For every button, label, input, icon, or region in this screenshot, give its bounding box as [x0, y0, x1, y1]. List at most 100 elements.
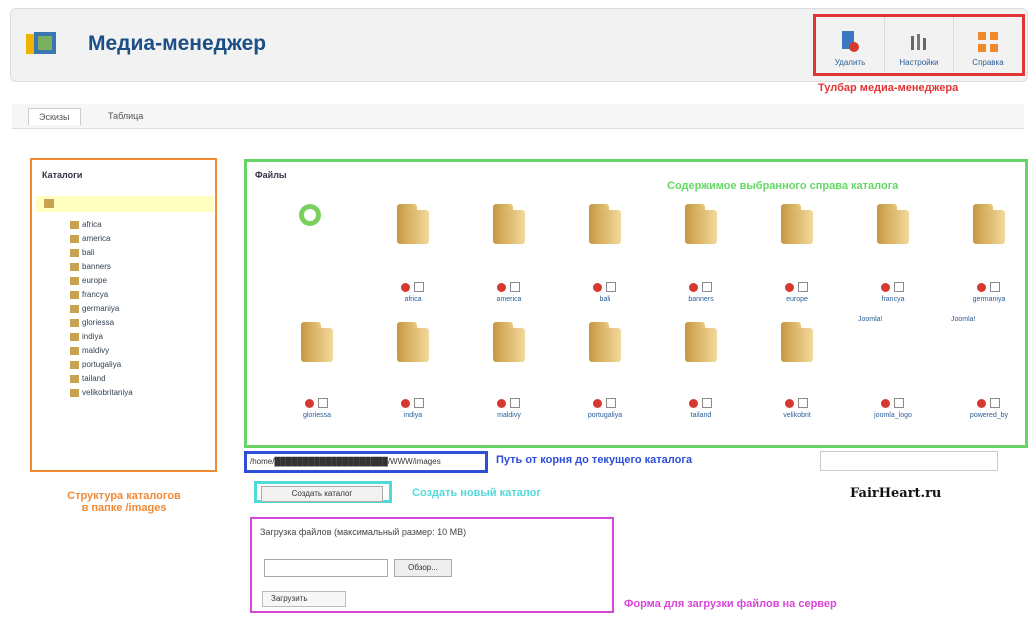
folder-icon[interactable]: [493, 322, 525, 362]
upload-form: Загрузка файлов (максимальный размер: 10…: [250, 517, 614, 613]
upload-button[interactable]: Загрузить: [262, 591, 346, 607]
tree-item-bali[interactable]: bali: [70, 248, 94, 257]
file-name[interactable]: powered_by: [941, 412, 1036, 419]
media-manager-toolbar: Удалить Настройки Справка: [813, 14, 1025, 76]
tree-item-tailand[interactable]: tailand: [70, 374, 106, 383]
delete-item-icon[interactable]: [881, 398, 890, 408]
delete-item-icon[interactable]: [593, 282, 602, 292]
file-name[interactable]: banners: [653, 296, 749, 303]
delete-item-icon[interactable]: [497, 282, 506, 292]
folder-icon[interactable]: [397, 204, 429, 244]
folder-icon[interactable]: [685, 204, 717, 244]
folder-icon: [70, 304, 79, 313]
select-checkbox[interactable]: [606, 398, 616, 408]
folder-icon: [70, 318, 79, 327]
settings-button[interactable]: Настройки: [885, 17, 954, 73]
select-checkbox[interactable]: [990, 398, 1000, 408]
select-checkbox[interactable]: [894, 398, 904, 408]
up-folder-icon[interactable]: [297, 202, 323, 228]
file-name[interactable]: america: [461, 296, 557, 303]
file-name[interactable]: francya: [845, 296, 941, 303]
file-name[interactable]: indiya: [365, 412, 461, 419]
tree-item-europe[interactable]: europe: [70, 276, 107, 285]
help-label: Справка: [972, 58, 1004, 67]
delete-item-icon[interactable]: [689, 282, 698, 292]
folder-icon[interactable]: [781, 322, 813, 362]
item-controls: [977, 282, 1000, 292]
tab-thumbnails[interactable]: Эскизы: [28, 108, 81, 125]
file-name[interactable]: gloriessa: [269, 412, 365, 419]
select-checkbox[interactable]: [318, 398, 328, 408]
tree-item-indiya[interactable]: indiya: [70, 332, 103, 341]
folder-icon: [70, 388, 79, 397]
select-checkbox[interactable]: [702, 398, 712, 408]
delete-item-icon[interactable]: [881, 282, 890, 292]
create-folder-button[interactable]: Создать каталог: [261, 486, 383, 502]
file-name[interactable]: africa: [365, 296, 461, 303]
upload-file-input[interactable]: [264, 559, 388, 577]
path-annotation: Путь от корня до текущего каталога: [496, 454, 693, 466]
tree-item-francya[interactable]: francya: [70, 290, 108, 299]
item-controls: [593, 282, 616, 292]
tree-item-africa[interactable]: africa: [70, 220, 102, 229]
select-checkbox[interactable]: [510, 398, 520, 408]
tree-item-banners[interactable]: banners: [70, 262, 111, 271]
tree-item-gloriessa[interactable]: gloriessa: [70, 318, 114, 327]
help-button[interactable]: Справка: [954, 17, 1022, 73]
folder-icon: [70, 262, 79, 271]
tree-item-maldivy[interactable]: maldivy: [70, 346, 109, 355]
select-checkbox[interactable]: [702, 282, 712, 292]
file-name[interactable]: germaniya: [941, 296, 1036, 303]
folder-icon[interactable]: [589, 204, 621, 244]
delete-item-icon[interactable]: [497, 398, 506, 408]
powered-by-thumb[interactable]: Joomla!: [951, 316, 976, 323]
file-name[interactable]: tailand: [653, 412, 749, 419]
tree-item-velikobritaniya[interactable]: velikobritaniya: [70, 388, 133, 397]
delete-item-icon[interactable]: [305, 398, 314, 408]
folder-icon: [70, 220, 79, 229]
select-checkbox[interactable]: [414, 282, 424, 292]
folder-icon[interactable]: [685, 322, 717, 362]
delete-item-icon[interactable]: [401, 282, 410, 292]
file-name[interactable]: maldivy: [461, 412, 557, 419]
select-checkbox[interactable]: [414, 398, 424, 408]
delete-item-icon[interactable]: [401, 398, 410, 408]
folder-icon[interactable]: [973, 204, 1005, 244]
file-name[interactable]: joomla_logo: [845, 412, 941, 419]
browse-button[interactable]: Обзор...: [394, 559, 452, 577]
file-name[interactable]: europe: [749, 296, 845, 303]
folder-icon: [70, 290, 79, 299]
tree-item-america[interactable]: america: [70, 234, 110, 243]
joomla-logo-thumb[interactable]: Joomla!: [858, 316, 883, 323]
tree-root-item[interactable]: [36, 196, 214, 212]
select-checkbox[interactable]: [510, 282, 520, 292]
tree-item-germaniya[interactable]: germaniya: [70, 304, 119, 313]
folder-icon[interactable]: [397, 322, 429, 362]
item-controls: [497, 282, 520, 292]
folder-icon[interactable]: [781, 204, 813, 244]
delete-item-icon[interactable]: [785, 398, 794, 408]
file-name[interactable]: velikobrit: [749, 412, 845, 419]
delete-item-icon[interactable]: [977, 282, 986, 292]
folder-icon[interactable]: [493, 204, 525, 244]
delete-item-icon[interactable]: [593, 398, 602, 408]
current-path-field[interactable]: /home/████████████████████/WWW/images: [244, 451, 488, 473]
select-checkbox[interactable]: [894, 282, 904, 292]
select-checkbox[interactable]: [606, 282, 616, 292]
select-checkbox[interactable]: [798, 282, 808, 292]
file-name[interactable]: bali: [557, 296, 653, 303]
tab-table[interactable]: Таблица: [98, 108, 153, 124]
tree-item-portugaliya[interactable]: portugaliya: [70, 360, 121, 369]
help-icon: [978, 32, 998, 52]
select-checkbox[interactable]: [990, 282, 1000, 292]
select-checkbox[interactable]: [798, 398, 808, 408]
delete-item-icon[interactable]: [689, 398, 698, 408]
new-folder-name-input[interactable]: [820, 451, 998, 471]
file-name[interactable]: portugaliya: [557, 412, 653, 419]
folder-icon[interactable]: [301, 322, 333, 362]
delete-item-icon[interactable]: [785, 282, 794, 292]
delete-button[interactable]: Удалить: [816, 17, 885, 73]
folder-icon[interactable]: [589, 322, 621, 362]
delete-item-icon[interactable]: [977, 398, 986, 408]
folder-icon[interactable]: [877, 204, 909, 244]
